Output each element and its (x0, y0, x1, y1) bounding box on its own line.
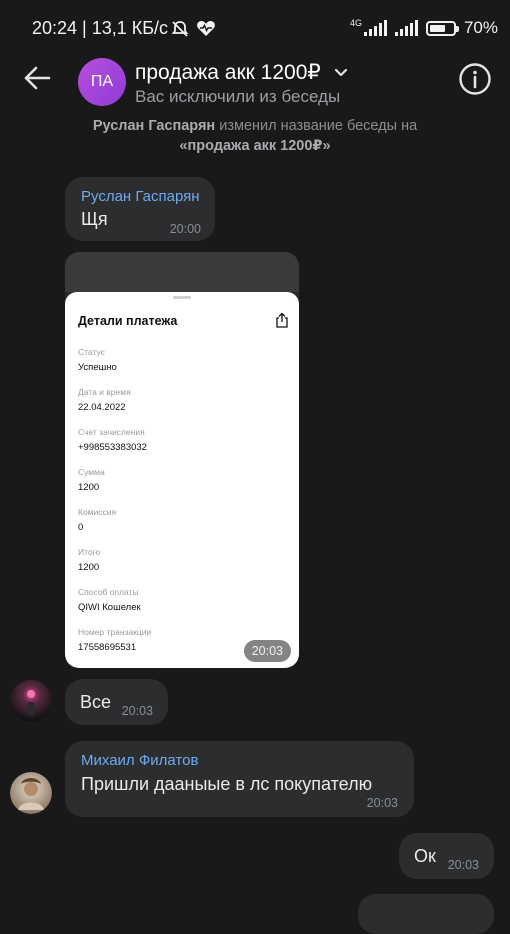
message-text: Пришли дааныые в лс покупателю (81, 774, 373, 794)
message-bubble[interactable]: Все 20:03 (65, 679, 168, 725)
message-bubble-partial[interactable] (358, 894, 494, 934)
field-value: QIWI Кошелек (78, 602, 141, 613)
message-text: Ок (414, 846, 436, 866)
info-icon[interactable] (458, 62, 492, 96)
service-message: Руслан Гаспарян изменил название беседы … (0, 116, 510, 156)
field-value: 22.04.2022 (78, 402, 126, 413)
battery-icon (425, 20, 459, 36)
field-label: Дата и время (78, 387, 131, 397)
network-type: 4G (349, 18, 362, 28)
payment-details-sheet: Детали платежа Статус Успешно Дата и время… (65, 292, 299, 668)
message-bubble[interactable]: Михаил Филатов Пришли дааныые в лс покуп… (65, 741, 414, 817)
field-label: Номер транзакции (78, 627, 152, 637)
message-text: Все (80, 692, 112, 712)
field-value: +998553383032 (78, 442, 147, 453)
status-right-cluster: 4G 70% (350, 18, 498, 38)
sheet-handle (173, 296, 191, 299)
avatar[interactable] (10, 772, 52, 814)
message-time: 20:00 (169, 222, 201, 236)
message-time: 20:03 (366, 796, 398, 810)
field-label: Счет зачисления (78, 427, 145, 437)
message-time: 20:03 (447, 858, 479, 872)
status-time-speed: 20:24 | 13,1 КБ/с (32, 18, 169, 38)
message-time: 20:03 (243, 640, 291, 662)
message-bubble-outgoing[interactable]: Ок 20:03 (399, 833, 494, 879)
share-icon (276, 312, 288, 328)
battery-level (429, 24, 445, 32)
avatar[interactable] (10, 680, 52, 722)
service-new-name: «продажа акк 1200₽» (179, 138, 331, 154)
field-label: Комиссия (78, 507, 117, 517)
sender-name[interactable]: Руслан Гаспарян (81, 188, 200, 205)
signal-icon (363, 20, 387, 36)
field-label: Статус (78, 347, 105, 357)
message-text: Щя (81, 209, 108, 229)
heart-pulse-icon (197, 20, 215, 36)
field-label: Итого (78, 547, 101, 557)
mute-icon (171, 21, 189, 37)
screenshot-app-bar (65, 252, 299, 292)
chat-subtitle: Вас исключили из беседы (135, 87, 341, 106)
chat-avatar[interactable]: ПА (78, 58, 126, 106)
payment-title: Детали платежа (78, 314, 178, 328)
signal-2-icon (394, 20, 418, 36)
field-value: 17558695531 (78, 642, 137, 653)
field-value: Успешно (78, 362, 117, 373)
service-actor[interactable]: Руслан Гаспарян (93, 118, 215, 134)
chevron-down-icon[interactable] (334, 66, 348, 80)
field-value: 1200 (78, 482, 100, 493)
message-bubble[interactable]: Руслан Гаспарян Щя 20:00 (65, 177, 215, 241)
field-label: Сумма (78, 467, 105, 477)
field-value: 1200 (78, 562, 100, 573)
attached-screenshot[interactable]: Детали платежа Статус Успешно Дата и время… (65, 252, 299, 668)
field-value: 0 (78, 522, 84, 533)
service-text: изменил название беседы на (215, 118, 418, 134)
sender-name[interactable]: Михаил Филатов (81, 752, 198, 769)
back-arrow-icon[interactable] (22, 62, 54, 94)
chat-title[interactable]: продажа акк 1200₽ (135, 60, 321, 85)
status-bar: 20:24 | 13,1 КБ/с 4G 70% (0, 0, 510, 56)
battery-percent: 70% (463, 18, 498, 37)
message-time: 20:03 (121, 704, 153, 718)
field-label: Способ оплаты (78, 587, 139, 597)
